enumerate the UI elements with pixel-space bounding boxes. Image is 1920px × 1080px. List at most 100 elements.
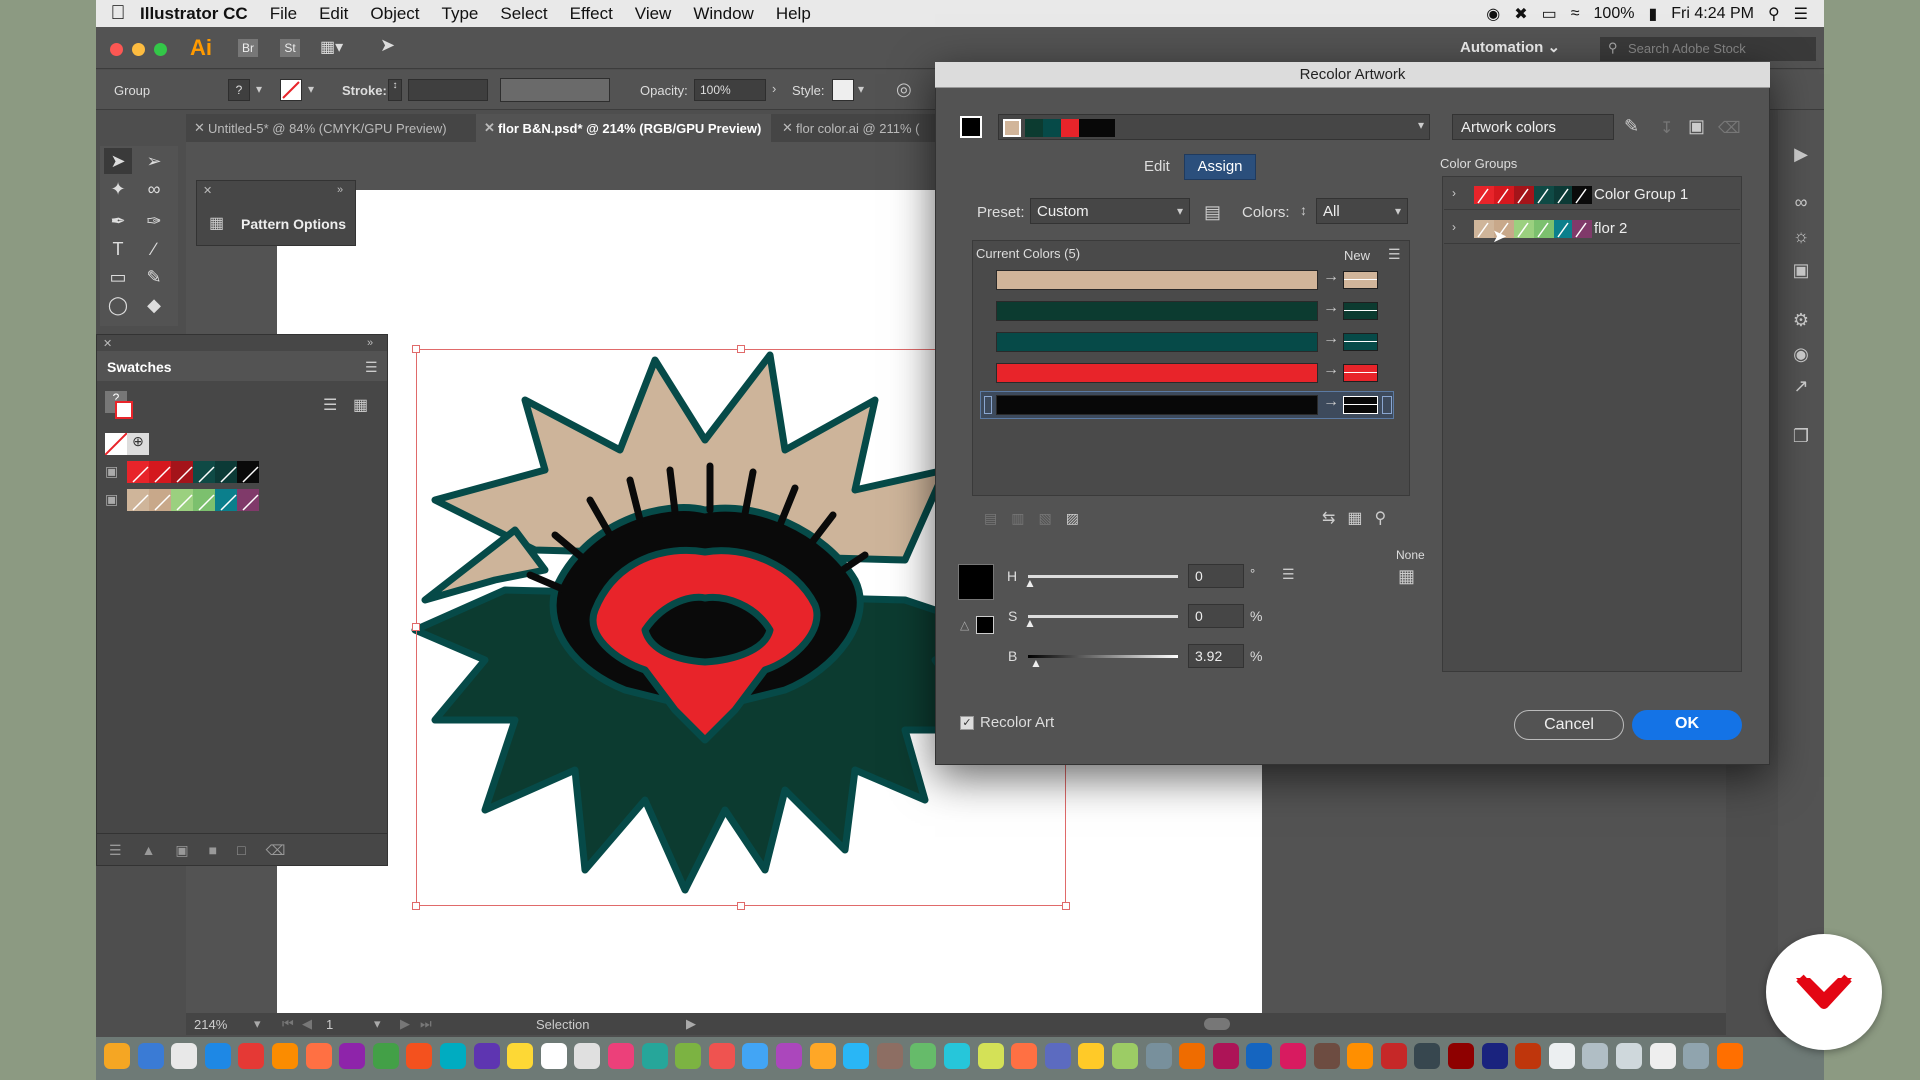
recolor-artwork-icon[interactable]: ◎ [896, 79, 912, 100]
bridge-button[interactable]: Br [238, 39, 258, 57]
menu-window[interactable]: Window [693, 4, 753, 24]
close-panel-icon[interactable]: ✕ [203, 184, 212, 197]
direct-selection-tool-icon[interactable]: ➢ [140, 148, 168, 174]
b-slider-thumb[interactable]: ▲ [1030, 656, 1042, 670]
play-action-icon[interactable]: ▶ [1790, 144, 1812, 166]
battery-text[interactable]: 100% [1594, 5, 1635, 23]
settings-icon[interactable]: ⚙ [1790, 310, 1812, 332]
line-tool-icon[interactable]: ∕ [140, 236, 168, 262]
swatch[interactable] [171, 461, 193, 483]
dock-app-icon[interactable] [507, 1043, 534, 1069]
dock-app-icon[interactable] [1212, 1043, 1239, 1069]
tab-edit[interactable]: Edit [1144, 158, 1170, 175]
dock-app-icon[interactable] [540, 1043, 567, 1069]
assign-arrow-icon[interactable]: → [1323, 361, 1339, 379]
menu-type[interactable]: Type [442, 4, 479, 24]
eraser-tool-icon[interactable]: ◆ [140, 292, 168, 318]
dock-app-icon[interactable] [1112, 1043, 1138, 1069]
dock-app-icon[interactable] [272, 1043, 298, 1069]
current-color-row-teal[interactable] [996, 332, 1318, 352]
swatch-libraries-icon[interactable]: ☰ [109, 842, 142, 858]
swatch[interactable] [127, 461, 149, 483]
new-colors-menu-icon[interactable]: ☰ [1388, 246, 1401, 263]
dock-app-icon[interactable] [171, 1043, 198, 1069]
dock-app-icon[interactable] [675, 1043, 702, 1069]
layers-icon[interactable]: ❐ [1790, 426, 1812, 448]
assign-arrow-icon[interactable]: → [1323, 393, 1339, 411]
pen-tool-icon[interactable]: ✒ [104, 208, 132, 234]
dock-app-icon[interactable] [1078, 1043, 1105, 1069]
fill-swatch[interactable]: ? [228, 79, 250, 101]
color-group-row[interactable]: › flor 2 [1444, 214, 1740, 244]
dock-app-icon[interactable] [1548, 1043, 1575, 1069]
out-of-gamut-icon[interactable]: △ [960, 618, 969, 632]
new-color-black[interactable] [1343, 396, 1378, 414]
new-color-group-icon[interactable]: ■ [209, 842, 237, 858]
airplay-icon[interactable]: ▭ [1542, 4, 1557, 24]
h-value-field[interactable]: 0 [1188, 564, 1244, 588]
dock-app-icon[interactable] [339, 1043, 366, 1069]
notifications-icon[interactable]: ☰ [1794, 4, 1808, 24]
preset-select[interactable]: Custom ▾ [1030, 198, 1190, 224]
dock-app-icon[interactable] [1011, 1043, 1038, 1069]
menu-edit[interactable]: Edit [319, 4, 348, 24]
dock-app-icon[interactable] [1380, 1043, 1407, 1069]
stock-button[interactable]: St [280, 39, 300, 57]
zoom-level[interactable]: 214% [194, 1017, 227, 1032]
random-order-icon[interactable]: ⇆ [1322, 510, 1347, 527]
gpu-performance-icon[interactable]: ➤ [380, 35, 395, 56]
lasso-tool-icon[interactable]: ∞ [140, 176, 168, 202]
swatch[interactable] [215, 461, 237, 483]
dock-app-icon[interactable] [440, 1043, 466, 1069]
dock-app-icon[interactable] [1313, 1043, 1340, 1069]
dock-app-icon[interactable] [1448, 1043, 1474, 1069]
dock-app-icon[interactable] [910, 1043, 937, 1069]
next-artboard-icon[interactable]: ▶ [400, 1016, 410, 1032]
dock-app-icon[interactable] [641, 1043, 668, 1069]
close-panel-icon[interactable]: ✕ [103, 337, 112, 350]
selection-tool-icon[interactable]: ➤ [104, 148, 132, 174]
expand-icon[interactable]: › [1452, 220, 1456, 234]
merge-colors-icon[interactable]: ▤ [984, 510, 1011, 526]
menu-effect[interactable]: Effect [570, 4, 613, 24]
minimize-window-icon[interactable] [132, 43, 145, 56]
paintbrush-tool-icon[interactable]: ✎ [140, 264, 168, 290]
dock-app-icon[interactable] [1616, 1043, 1642, 1069]
document-info-icon[interactable]: ▣ [1790, 260, 1812, 282]
arrange-documents-icon[interactable]: ▦▾ [320, 37, 343, 57]
s-slider-thumb[interactable]: ▲ [1024, 616, 1036, 630]
last-artboard-icon[interactable]: ⏭ [420, 1016, 432, 1032]
artwork-colors-field[interactable]: Artwork colors [1452, 114, 1614, 140]
current-color-row-red[interactable] [996, 363, 1318, 383]
close-tab-icon[interactable]: ✕ [782, 120, 793, 136]
stroke-indicator[interactable] [115, 401, 133, 419]
dock-app-icon[interactable] [1582, 1043, 1609, 1069]
web-safe-swatch[interactable] [976, 616, 994, 634]
dock-app-icon[interactable] [1246, 1043, 1273, 1069]
dock-app-icon[interactable] [944, 1043, 970, 1069]
rectangle-tool-icon[interactable]: ▭ [104, 264, 132, 290]
menu-file[interactable]: File [270, 4, 297, 24]
dock-app-icon[interactable] [742, 1043, 769, 1069]
collapse-panel-icon[interactable]: » [367, 337, 373, 349]
dock-app-icon[interactable] [204, 1043, 231, 1069]
recolor-art-checkbox[interactable]: ✓ [960, 716, 974, 730]
dock-app-icon[interactable] [1716, 1043, 1743, 1069]
bbox-handle[interactable] [412, 902, 420, 910]
stroke-dropdown-icon[interactable]: ▾ [308, 82, 314, 96]
ok-button[interactable]: OK [1632, 710, 1742, 740]
new-row-icon[interactable]: ▨ [1066, 510, 1093, 526]
swatch[interactable] [149, 461, 171, 483]
artwork-color-strip[interactable] [998, 114, 1430, 140]
swatch[interactable] [149, 489, 171, 511]
links-icon[interactable]: ∞ [1790, 192, 1812, 214]
stroke-weight-field[interactable] [408, 79, 488, 101]
wifi-icon[interactable]: ≈ [1571, 5, 1580, 23]
close-tab-icon[interactable]: ✕ [484, 120, 495, 136]
active-color-swatch[interactable] [960, 116, 982, 138]
exclude-colors-icon[interactable]: ▧ [1038, 510, 1065, 526]
dock-app-icon[interactable] [372, 1043, 399, 1069]
dock-app-icon[interactable] [104, 1043, 130, 1069]
dock-app-icon[interactable] [305, 1043, 332, 1069]
close-window-icon[interactable] [110, 43, 123, 56]
